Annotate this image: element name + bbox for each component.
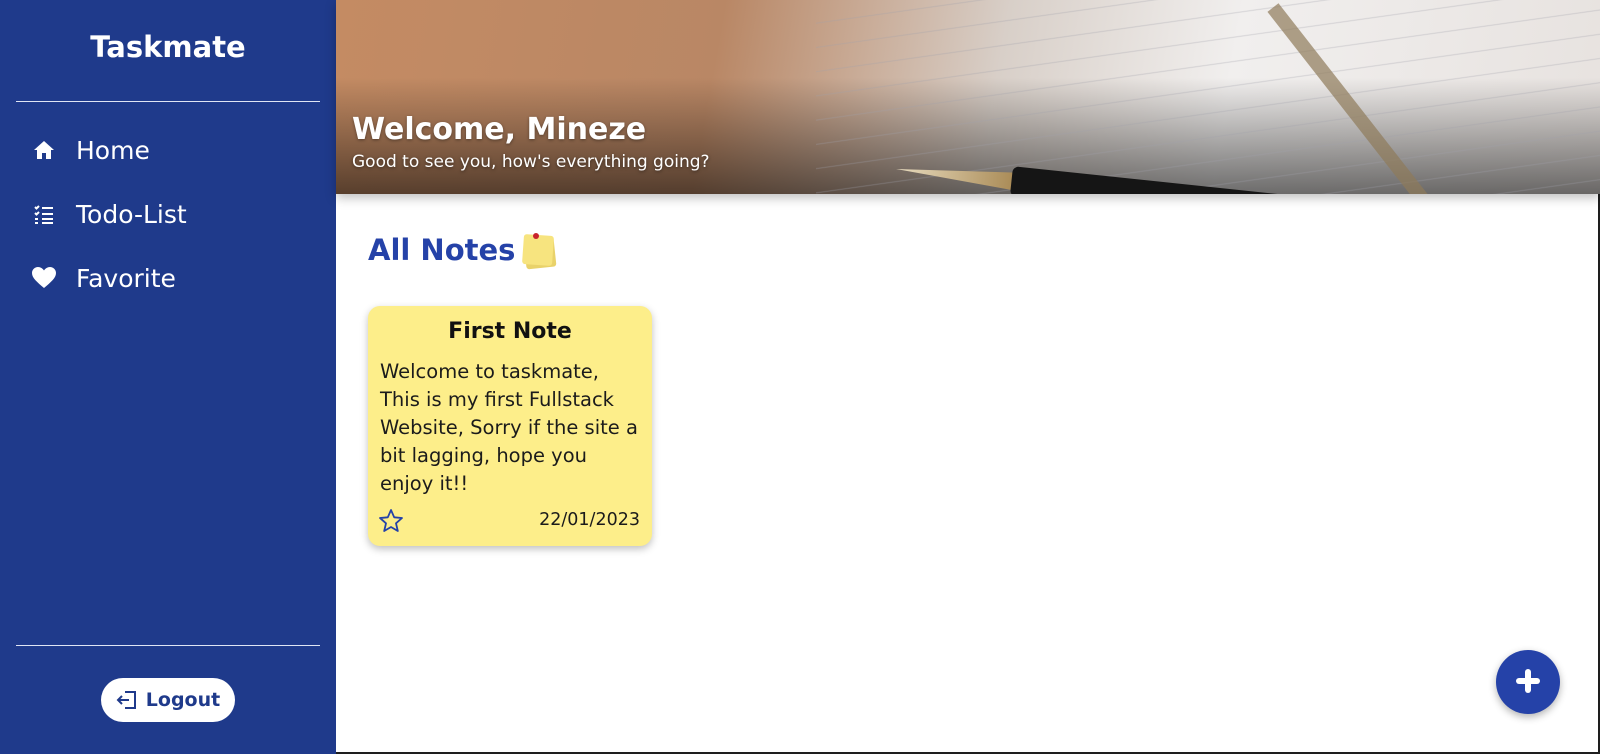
note-body: Welcome to taskmate, This is my first Fu… xyxy=(380,360,638,495)
section-title: All Notes xyxy=(368,230,559,270)
sidebar-divider-bottom xyxy=(16,645,320,646)
sidebar-item-favorite[interactable]: Favorite xyxy=(28,258,176,298)
note-card[interactable]: First Note Welcome to taskmate, This is … xyxy=(368,306,652,546)
sidebar-divider-top xyxy=(16,101,320,102)
sidebar-item-todo-list[interactable]: Todo-List xyxy=(28,194,187,234)
sidebar: Taskmate Home Todo-List Favorite Logout xyxy=(0,0,336,754)
section-title-text: All Notes xyxy=(368,233,516,267)
app-brand: Taskmate xyxy=(90,30,246,64)
add-note-button[interactable] xyxy=(1496,650,1560,714)
logout-label: Logout xyxy=(145,689,221,711)
note-date: 22/01/2023 xyxy=(539,510,640,530)
list-icon xyxy=(28,198,60,230)
logout-icon xyxy=(116,689,138,711)
welcome-heading: Welcome, Mineze xyxy=(352,112,647,147)
heart-icon xyxy=(28,262,60,294)
sidebar-item-label: Favorite xyxy=(76,263,176,293)
home-icon xyxy=(28,134,60,166)
note-title: First Note xyxy=(448,319,572,344)
plus-icon xyxy=(1513,666,1543,699)
header-banner: Welcome, Mineze Good to see you, how's e… xyxy=(336,0,1600,194)
star-icon[interactable] xyxy=(378,508,404,534)
sidebar-item-home[interactable]: Home xyxy=(28,130,150,170)
sticky-note-icon xyxy=(519,230,559,270)
welcome-subtitle: Good to see you, how's everything going? xyxy=(352,152,710,172)
logout-button[interactable]: Logout xyxy=(101,678,235,722)
sidebar-item-label: Todo-List xyxy=(76,199,187,229)
sidebar-item-label: Home xyxy=(76,135,150,165)
